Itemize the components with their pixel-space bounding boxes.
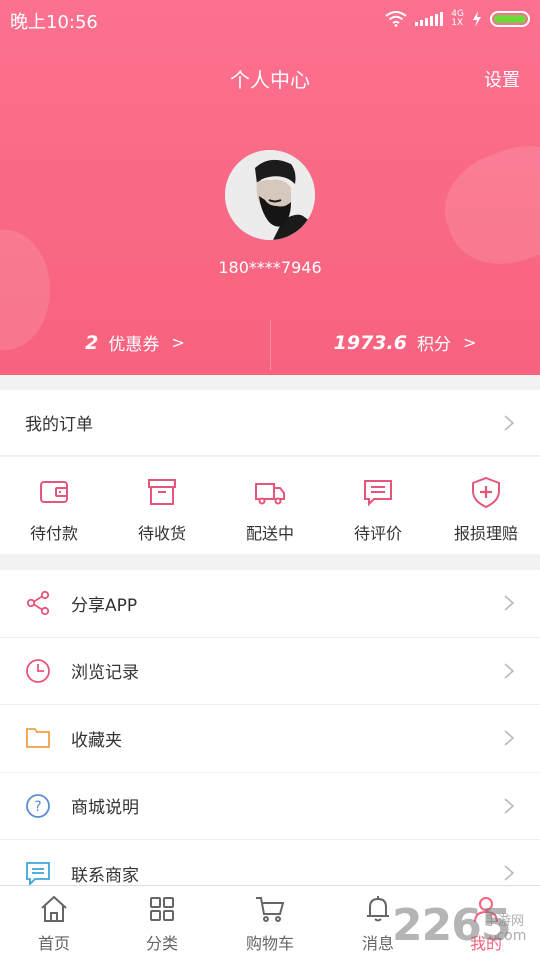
menu-item-share-app[interactable]: 分享APP (0, 570, 540, 638)
my-orders-row[interactable]: 我的订单 (0, 390, 540, 456)
menu-item-label: 商城说明 (71, 798, 139, 819)
message-icon (26, 862, 50, 885)
order-status-pending-receipt[interactable]: 待收货 (108, 457, 216, 554)
chevron-right-icon (504, 730, 515, 746)
clock-icon (26, 658, 50, 683)
comment-icon (364, 480, 392, 507)
wallet-icon (40, 481, 68, 503)
shield-plus-icon (472, 476, 500, 509)
share-icon (26, 591, 50, 616)
charging-icon (473, 11, 481, 27)
menu-item-label: 收藏夹 (71, 730, 122, 751)
phone-number: 180****7946 (218, 258, 322, 277)
watermark-domain: .com (492, 928, 527, 944)
chevron-right-icon (504, 414, 515, 431)
tab-label: 首页 (37, 934, 70, 953)
menu-item-favorites[interactable]: 收藏夹 (0, 705, 540, 773)
tab-home[interactable]: 首页 (0, 886, 108, 960)
page-title: 个人中心 (230, 68, 310, 92)
box-icon (148, 479, 176, 505)
watermark-site: 手游网 (485, 914, 525, 929)
signal-icon (415, 12, 444, 26)
order-status-row: 待付款 待收货 配送中 待评价 报损理赔 (0, 457, 540, 554)
menu-item-label: 分享APP (71, 595, 138, 616)
chevron-right-icon (504, 798, 515, 814)
menu-item-label: 联系商家 (71, 865, 139, 885)
tab-label: 购物车 (245, 934, 294, 953)
svg-text:?: ? (34, 799, 41, 815)
truck-icon (255, 483, 285, 505)
home-icon (41, 895, 67, 922)
watermark-logo: 2265 手游网 .com (392, 900, 537, 955)
my-orders-title: 我的订单 (25, 415, 93, 435)
profile-header: 晚上10:56 4G 1X 个人中心 设置 180****7946 2 优惠券 … (0, 0, 540, 375)
order-status-label: 待收货 (137, 524, 186, 543)
order-status-label: 待付款 (29, 524, 78, 543)
tab-label: 分类 (145, 934, 178, 953)
cart-icon (256, 897, 285, 922)
question-icon: ? (26, 793, 50, 818)
status-icons: 4G 1X (385, 10, 530, 28)
tab-category[interactable]: 分类 (108, 886, 216, 960)
chevron-right-icon: > (171, 333, 185, 352)
network-type: 4G 1X (451, 10, 464, 28)
bell-icon (367, 896, 389, 922)
status-time: 晚上10:56 (10, 12, 98, 33)
wifi-icon (385, 11, 407, 27)
chevron-right-icon: > (462, 333, 477, 352)
settings-button[interactable]: 设置 (484, 66, 520, 92)
coupons-stat[interactable]: 2 优惠券 > (0, 320, 270, 365)
tab-cart[interactable]: 购物车 (216, 886, 324, 960)
points-stat[interactable]: 1973.6 积分 > (270, 320, 540, 365)
status-bar: 晚上10:56 4G 1X (0, 0, 540, 36)
coupons-value: 2 (85, 331, 99, 354)
points-value: 1973.6 (333, 331, 407, 354)
battery-level (494, 15, 526, 23)
menu-item-mall-info[interactable]: ? 商城说明 (0, 773, 540, 840)
chevron-right-icon (504, 595, 515, 611)
avatar[interactable] (225, 150, 315, 240)
menu-item-label: 浏览记录 (71, 663, 139, 684)
battery-icon (490, 11, 530, 27)
order-status-pending-review[interactable]: 待评价 (324, 457, 432, 554)
points-label: 积分 (416, 335, 451, 355)
order-status-pending-payment[interactable]: 待付款 (0, 457, 108, 554)
order-status-label: 待评价 (353, 524, 402, 543)
order-status-delivering[interactable]: 配送中 (216, 457, 324, 554)
folder-icon (26, 728, 50, 749)
menu-list: 分享APP 浏览记录 收藏夹 ? 商城说明 联系商家 (0, 570, 540, 885)
order-status-damage-claim[interactable]: 报损理赔 (432, 457, 540, 554)
grid-icon (150, 897, 174, 921)
order-status-label: 配送中 (245, 524, 294, 543)
menu-item-browse-history[interactable]: 浏览记录 (0, 638, 540, 705)
stats-row: 2 优惠券 > 1973.6 积分 > (0, 320, 540, 370)
menu-item-contact-seller[interactable]: 联系商家 (0, 840, 540, 885)
chevron-right-icon (504, 663, 515, 679)
coupons-label: 优惠券 (108, 335, 160, 355)
order-status-label: 报损理赔 (453, 524, 518, 543)
avatar-image (225, 150, 315, 240)
tab-label: 消息 (361, 934, 394, 953)
network-speed-label: 1X (451, 18, 464, 28)
chevron-right-icon (504, 865, 515, 881)
